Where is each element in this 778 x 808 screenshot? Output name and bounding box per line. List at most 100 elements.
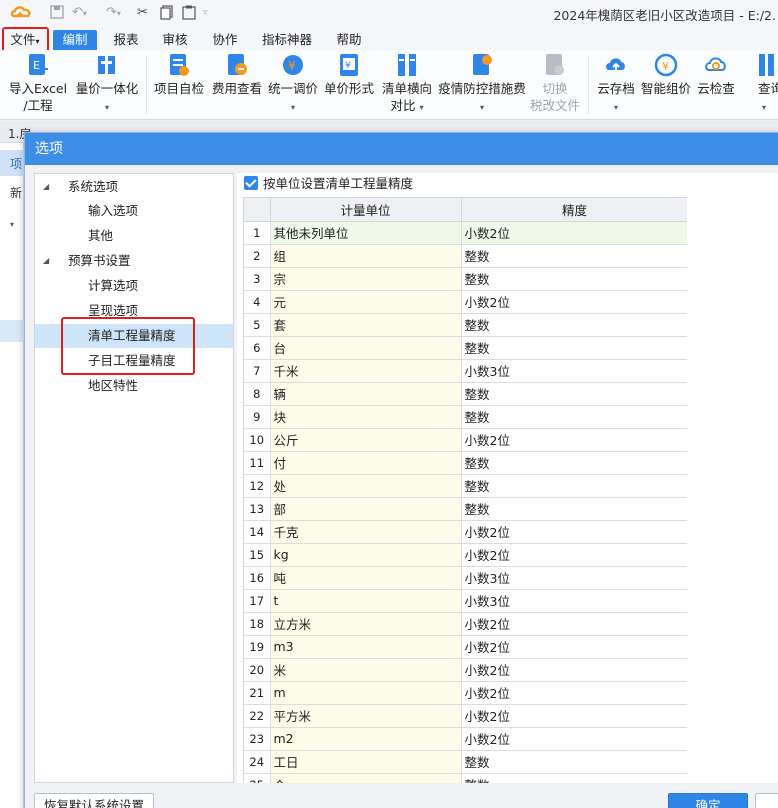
bill-horizontal-compare-button[interactable]: 清单横向 对比 ▾ bbox=[380, 52, 434, 116]
unit-cell[interactable]: 处 bbox=[270, 474, 462, 498]
table-row[interactable]: 10 公斤 小数2位 bbox=[244, 428, 687, 452]
cloud-check-button[interactable]: 云检查 bbox=[694, 52, 738, 97]
tree-input-options[interactable]: 输入选项 bbox=[35, 199, 233, 223]
import-excel-button[interactable]: E 导入Excel/工程 bbox=[6, 52, 70, 114]
cancel-button[interactable] bbox=[755, 793, 778, 808]
precision-cell[interactable]: 小数2位 bbox=[461, 221, 687, 245]
precision-cell[interactable]: 整数 bbox=[461, 382, 687, 406]
unit-cell[interactable]: 辆 bbox=[270, 382, 462, 406]
cloud-save-button[interactable]: 云存档 ▾ bbox=[594, 52, 638, 116]
table-row[interactable]: 23 m2 小数2位 bbox=[244, 727, 687, 751]
copy-icon[interactable] bbox=[160, 5, 174, 21]
precision-cell[interactable]: 整数 bbox=[461, 336, 687, 360]
table-row[interactable]: 12 处整数 bbox=[244, 474, 687, 498]
quantity-price-button[interactable]: 量价一体化 ▾ bbox=[74, 52, 140, 116]
tab-collab[interactable]: 协作 bbox=[205, 30, 245, 50]
table-row[interactable]: 21 m 小数2位 bbox=[244, 681, 687, 705]
unit-cell[interactable]: 台 bbox=[270, 336, 462, 360]
table-row[interactable]: 13 部整数 bbox=[244, 497, 687, 521]
tree-budget-settings[interactable]: ◢ 预算书设置 bbox=[35, 249, 233, 273]
table-row[interactable]: 6 台整数 bbox=[244, 336, 687, 360]
query-button[interactable]: 查询 ▾ bbox=[748, 52, 778, 116]
switch-tax-file-button[interactable]: 切换 税改文件 bbox=[526, 52, 584, 114]
restore-defaults-button[interactable]: 恢复默认系统设置 bbox=[34, 793, 154, 808]
table-row[interactable]: 16 吨小数3位 bbox=[244, 566, 687, 590]
table-row[interactable]: 19 m3 小数2位 bbox=[244, 635, 687, 659]
cut-icon[interactable]: ✂ bbox=[137, 5, 148, 21]
table-row[interactable]: 1 其他未列单位 小数2位 bbox=[244, 221, 687, 245]
precision-cell[interactable]: 整数 bbox=[461, 750, 687, 774]
smart-pricing-button[interactable]: ¥ 智能组价 bbox=[640, 52, 692, 97]
expanded-triangle-icon[interactable]: ◢ bbox=[43, 249, 49, 273]
unit-cell[interactable]: 套 bbox=[270, 313, 462, 337]
unit-cell[interactable]: 千克 bbox=[270, 520, 462, 544]
unit-cell[interactable]: 付 bbox=[270, 451, 462, 475]
table-row[interactable]: 20 米小数2位 bbox=[244, 658, 687, 682]
paste-icon[interactable] bbox=[182, 5, 196, 21]
precision-cell[interactable]: 小数2位 bbox=[461, 658, 687, 682]
table-row[interactable]: 24 工日 整数 bbox=[244, 750, 687, 774]
precision-cell[interactable]: 整数 bbox=[461, 313, 687, 337]
unit-cell[interactable]: 米 bbox=[270, 658, 462, 682]
precision-cell[interactable]: 小数2位 bbox=[461, 520, 687, 544]
table-row[interactable]: 11 付整数 bbox=[244, 451, 687, 475]
precision-by-unit-checkbox-row[interactable]: 按单位设置清单工程量精度 bbox=[244, 175, 413, 193]
table-row[interactable]: 15 kg 小数2位 bbox=[244, 543, 687, 567]
unit-cell[interactable]: t bbox=[270, 589, 462, 613]
table-row[interactable]: 25个整数 bbox=[244, 773, 687, 783]
unit-cell[interactable]: 其他未列单位 bbox=[270, 221, 462, 245]
undo-icon[interactable]: ↶▾ bbox=[72, 5, 87, 21]
tab-help[interactable]: 帮助 bbox=[329, 30, 369, 50]
tab-review[interactable]: 审核 bbox=[155, 30, 195, 50]
precision-cell[interactable]: 小数2位 bbox=[461, 290, 687, 314]
unit-price-form-button[interactable]: ¥ 单价形式 bbox=[322, 52, 376, 97]
unit-cell[interactable]: 个 bbox=[270, 773, 462, 783]
unit-cell[interactable]: 吨 bbox=[270, 566, 462, 590]
unit-cell[interactable]: m3 bbox=[270, 635, 462, 659]
unit-cell[interactable]: kg bbox=[270, 543, 462, 567]
tab-report[interactable]: 报表 bbox=[106, 30, 146, 50]
redo-icon[interactable]: ↷▾ bbox=[106, 5, 121, 21]
table-row[interactable]: 8 辆整数 bbox=[244, 382, 687, 406]
unit-cell[interactable]: 公斤 bbox=[270, 428, 462, 452]
checked-checkbox-icon[interactable] bbox=[244, 176, 258, 190]
precision-cell[interactable]: 整数 bbox=[461, 474, 687, 498]
table-row[interactable]: 9 块整数 bbox=[244, 405, 687, 429]
tree-other[interactable]: 其他 bbox=[35, 224, 233, 248]
unit-cell[interactable]: 元 bbox=[270, 290, 462, 314]
precision-cell[interactable]: 整数 bbox=[461, 244, 687, 268]
unit-cell[interactable]: 立方米 bbox=[270, 612, 462, 636]
precision-cell[interactable]: 整数 bbox=[461, 267, 687, 291]
grid-header-unit[interactable]: 计量单位 bbox=[270, 198, 462, 222]
table-row[interactable]: 7 千米 小数3位 bbox=[244, 359, 687, 383]
precision-cell[interactable]: 小数2位 bbox=[461, 428, 687, 452]
precision-cell[interactable]: 整数 bbox=[461, 497, 687, 521]
tree-system-options[interactable]: ◢ 系统选项 bbox=[35, 175, 233, 199]
project-self-check-button[interactable]: 项目自检 bbox=[152, 52, 206, 97]
precision-cell[interactable]: 小数2位 bbox=[461, 727, 687, 751]
unit-cell[interactable]: 平方米 bbox=[270, 704, 462, 728]
tab-index-tool[interactable]: 指标神器 bbox=[256, 30, 318, 50]
unit-cell[interactable]: 部 bbox=[270, 497, 462, 521]
precision-cell[interactable]: 小数2位 bbox=[461, 681, 687, 705]
unit-cell[interactable]: 工日 bbox=[270, 750, 462, 774]
table-row[interactable]: 18 立方米 小数2位 bbox=[244, 612, 687, 636]
table-row[interactable]: 5 套整数 bbox=[244, 313, 687, 337]
fee-view-button[interactable]: 费用查看 bbox=[210, 52, 264, 97]
precision-cell[interactable]: 整数 bbox=[461, 773, 687, 783]
unit-cell[interactable]: m2 bbox=[270, 727, 462, 751]
table-row[interactable]: 4 元小数2位 bbox=[244, 290, 687, 314]
unit-cell[interactable]: 宗 bbox=[270, 267, 462, 291]
table-row[interactable]: 22 平方米 小数2位 bbox=[244, 704, 687, 728]
precision-cell[interactable]: 小数2位 bbox=[461, 704, 687, 728]
table-row[interactable]: 17 t 小数3位 bbox=[244, 589, 687, 613]
precision-cell[interactable]: 小数3位 bbox=[461, 359, 687, 383]
expanded-triangle-icon[interactable]: ◢ bbox=[43, 175, 49, 199]
precision-cell[interactable]: 整数 bbox=[461, 405, 687, 429]
precision-cell[interactable]: 小数3位 bbox=[461, 566, 687, 590]
save-icon[interactable] bbox=[50, 5, 64, 21]
precision-cell[interactable]: 整数 bbox=[461, 451, 687, 475]
table-row[interactable]: 2 组整数 bbox=[244, 244, 687, 268]
ok-button[interactable]: 确定 bbox=[668, 793, 748, 808]
customize-icon[interactable]: ▿ bbox=[203, 5, 208, 21]
